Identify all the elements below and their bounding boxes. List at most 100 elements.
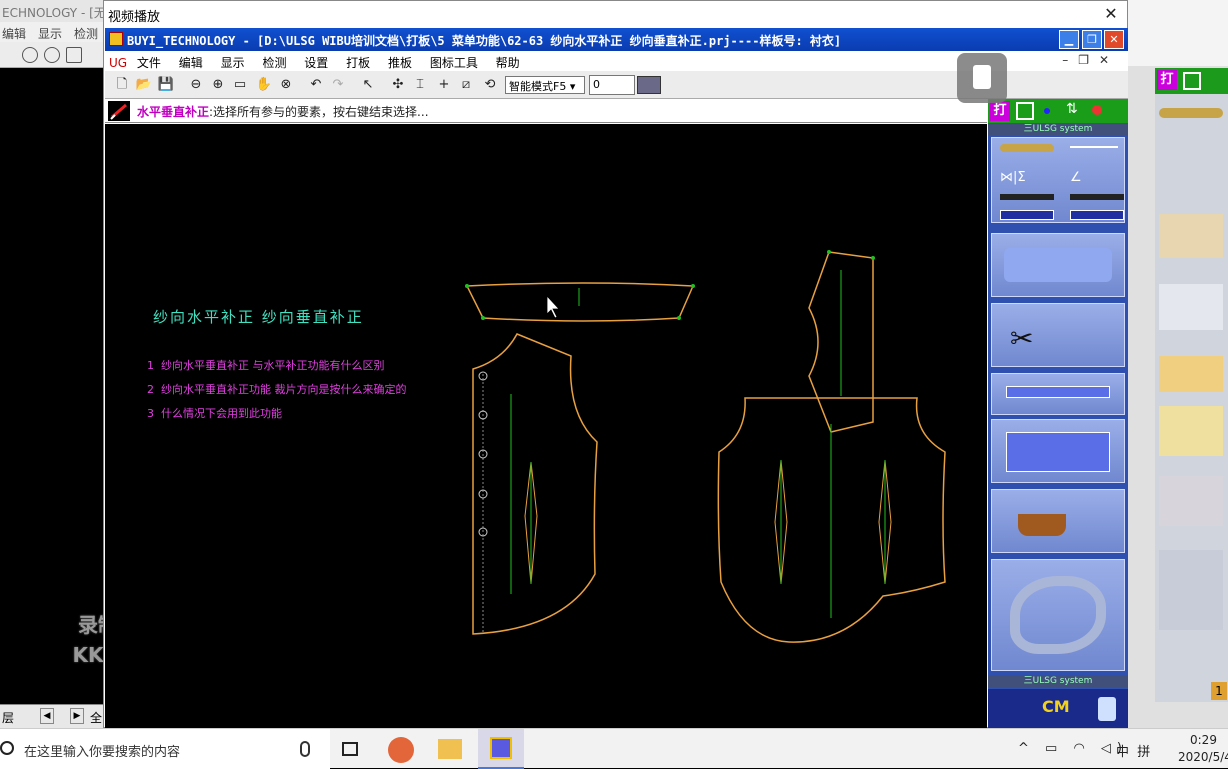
palette-arrows-icon[interactable]: ⇅: [1066, 101, 1078, 117]
menu-icon-tools[interactable]: 图标工具: [430, 56, 478, 70]
palette-record-icon[interactable]: [1092, 105, 1102, 115]
pattern-icon[interactable]: [1159, 406, 1223, 456]
palette-notch-tool[interactable]: [991, 373, 1125, 415]
palette-dot-icon[interactable]: [1044, 108, 1050, 114]
sleeve-piece[interactable]: [808, 250, 875, 433]
minimize-button[interactable]: ▁: [1059, 30, 1079, 49]
zoom-in-icon[interactable]: ⊕: [209, 76, 227, 94]
caliper-icon[interactable]: [1070, 194, 1124, 200]
knife-blade-icon[interactable]: [1004, 248, 1112, 282]
zoom-in-icon[interactable]: [44, 47, 60, 63]
pan-hand-icon[interactable]: ✋: [255, 76, 273, 94]
knife-icon[interactable]: [1159, 284, 1223, 330]
tool-card-icon[interactable]: [1159, 214, 1223, 258]
zoom-out-icon[interactable]: [22, 47, 38, 63]
notch-icon[interactable]: [1006, 386, 1110, 398]
curve-ruler-icon[interactable]: [1010, 576, 1106, 654]
measure-tool-icon[interactable]: [1000, 194, 1054, 200]
line-tool-icon[interactable]: [1070, 146, 1118, 148]
ime-indicator[interactable]: 中 拼: [1116, 741, 1150, 760]
palette-rect-icon[interactable]: [1016, 102, 1034, 120]
palette-cutting-tool[interactable]: [991, 233, 1125, 297]
ime-label: 中: [1116, 745, 1130, 760]
menu-view[interactable]: 显示: [221, 56, 245, 70]
align-icon[interactable]: ⌶: [411, 76, 429, 94]
bg-menu-view[interactable]: 显示: [38, 27, 62, 41]
back-piece[interactable]: [717, 397, 946, 643]
palette-piece-tool[interactable]: [991, 419, 1125, 483]
curve-ruler-icon[interactable]: [1159, 550, 1223, 630]
menu-grading[interactable]: 推板: [388, 56, 412, 70]
system-tray-icons[interactable]: ^ ▭ ◠ ◁): [1018, 741, 1128, 756]
transform-icon[interactable]: ⧄: [457, 76, 475, 94]
scissors-icon[interactable]: ✂: [1010, 322, 1033, 355]
restore-button[interactable]: ❐: [1082, 30, 1102, 49]
palette-footer: CM: [988, 689, 1128, 728]
new-file-icon[interactable]: 🗋: [113, 76, 131, 94]
layer-label: 层: [2, 711, 15, 725]
bg-menu-check[interactable]: 检测: [74, 27, 98, 41]
app-logo-icon: [109, 32, 123, 46]
palette-drawing-tools[interactable]: ⋈|Σ ∠: [991, 137, 1125, 223]
move-icon[interactable]: ✣: [389, 76, 407, 94]
app-close-button[interactable]: ✕: [1104, 30, 1124, 49]
video-close-button[interactable]: ✕: [1101, 4, 1121, 24]
taskbar-app-recorder-icon[interactable]: [388, 737, 414, 763]
drawing-canvas[interactable]: 纱向水平补正 纱向垂直补正 1 纱向水平垂直补正 与水平补正功能有什么区别 2 …: [105, 124, 987, 728]
tape-icon[interactable]: [1000, 210, 1054, 220]
palette-pattern-button[interactable]: 打: [990, 101, 1010, 121]
redo-icon[interactable]: ↷: [329, 76, 347, 94]
file-explorer-icon[interactable]: [438, 739, 462, 759]
crosshair-icon[interactable]: +: [435, 76, 453, 94]
palette-scissors[interactable]: ✂: [991, 303, 1125, 367]
basket-icon[interactable]: [1018, 514, 1066, 536]
pattern-piece-icon[interactable]: [1006, 432, 1110, 472]
basket-icon[interactable]: [1159, 476, 1223, 526]
menu-pattern[interactable]: 打板: [346, 56, 370, 70]
collar-piece[interactable]: [465, 282, 695, 322]
fit-screen-icon[interactable]: ▭: [231, 76, 249, 94]
pencil-icon[interactable]: [1000, 144, 1054, 152]
taskbar-active-app[interactable]: [478, 729, 524, 769]
undo-icon[interactable]: ↶: [307, 76, 325, 94]
mdi-controls[interactable]: –❐✕: [1062, 53, 1119, 67]
value-input[interactable]: 0: [589, 75, 635, 95]
note-item: 2 纱向水平垂直补正功能 裁片方向是按什么来确定的: [147, 378, 407, 402]
bg-menu-edit[interactable]: 编辑: [2, 27, 26, 41]
right-strip-label[interactable]: 打: [1157, 70, 1177, 90]
fit-screen-icon[interactable]: [66, 47, 82, 63]
zoom-window-icon[interactable]: ⊗: [277, 76, 295, 94]
dart-tool-icon[interactable]: ⋈|Σ: [1000, 170, 1026, 185]
menu-file[interactable]: 文件: [137, 56, 161, 70]
palette-curve-tool[interactable]: [991, 559, 1125, 671]
tape2-icon[interactable]: [1070, 210, 1124, 220]
open-file-icon[interactable]: 📂: [135, 76, 153, 94]
ruler-icon[interactable]: [1159, 356, 1223, 392]
microphone-icon[interactable]: [300, 741, 310, 757]
palette-header: 打 ⇅: [988, 99, 1128, 123]
angle-tool-icon[interactable]: ∠: [1070, 170, 1082, 185]
save-icon[interactable]: 💾: [157, 76, 175, 94]
clock-time[interactable]: 0:29: [1190, 733, 1217, 747]
right-strip-rect-icon[interactable]: [1183, 72, 1201, 90]
select-delete-icon[interactable]: ↖: [359, 76, 377, 94]
zoom-out-icon[interactable]: ⊖: [187, 76, 205, 94]
menu-check[interactable]: 检测: [262, 56, 286, 70]
taskbar-search-box[interactable]: 在这里输入你要搜索的内容: [0, 729, 330, 769]
menu-settings[interactable]: 设置: [304, 56, 328, 70]
mode-select[interactable]: 智能模式F5 ▾: [505, 76, 585, 94]
rotate-icon[interactable]: ⟲: [481, 76, 499, 94]
menu-help[interactable]: 帮助: [496, 56, 520, 70]
scroll-left-icon[interactable]: ◀: [40, 708, 54, 724]
note-item: 1 纱向水平垂直补正 与水平补正功能有什么区别: [147, 354, 407, 378]
cm-unit-button[interactable]: CM: [1042, 697, 1070, 716]
task-view-icon[interactable]: [342, 742, 358, 756]
keyboard-button[interactable]: [637, 76, 661, 94]
pencil-icon[interactable]: [1159, 108, 1223, 118]
front-piece[interactable]: [472, 333, 598, 635]
palette-basket-tool[interactable]: [991, 489, 1125, 553]
scroll-right-icon[interactable]: ▶: [70, 708, 84, 724]
menu-edit[interactable]: 编辑: [179, 56, 203, 70]
clock-date[interactable]: 2020/5/4: [1178, 750, 1228, 764]
calculator-icon[interactable]: [1098, 697, 1116, 721]
